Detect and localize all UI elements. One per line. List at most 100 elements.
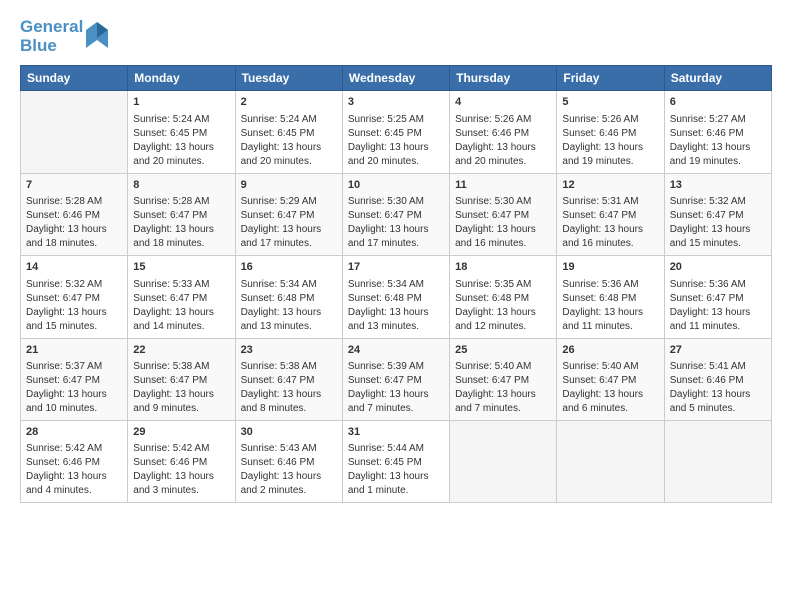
- day-info: Sunset: 6:47 PM: [562, 374, 658, 388]
- weekday-header-monday: Monday: [128, 66, 235, 91]
- day-info: Sunset: 6:47 PM: [670, 292, 766, 306]
- day-info: Sunrise: 5:36 AM: [562, 278, 658, 292]
- day-info: Sunset: 6:47 PM: [348, 209, 444, 223]
- day-info: Daylight: 13 hours: [670, 141, 766, 155]
- day-info: Sunset: 6:46 PM: [670, 127, 766, 141]
- day-number: 24: [348, 343, 444, 358]
- calendar-cell: [557, 420, 664, 502]
- calendar-cell: 27Sunrise: 5:41 AMSunset: 6:46 PMDayligh…: [664, 338, 771, 420]
- day-info: Daylight: 13 hours: [348, 470, 444, 484]
- day-number: 17: [348, 260, 444, 275]
- day-info: Sunrise: 5:32 AM: [26, 278, 122, 292]
- day-info: Daylight: 13 hours: [670, 388, 766, 402]
- week-row-4: 28Sunrise: 5:42 AMSunset: 6:46 PMDayligh…: [21, 420, 772, 502]
- calendar-cell: 14Sunrise: 5:32 AMSunset: 6:47 PMDayligh…: [21, 256, 128, 338]
- day-info: Sunset: 6:45 PM: [133, 127, 229, 141]
- day-info: Daylight: 13 hours: [26, 388, 122, 402]
- calendar-cell: [21, 91, 128, 173]
- day-info: Sunset: 6:47 PM: [455, 374, 551, 388]
- day-info: Sunset: 6:48 PM: [241, 292, 337, 306]
- day-info: Daylight: 13 hours: [455, 223, 551, 237]
- calendar-cell: 25Sunrise: 5:40 AMSunset: 6:47 PMDayligh…: [450, 338, 557, 420]
- week-row-0: 1Sunrise: 5:24 AMSunset: 6:45 PMDaylight…: [21, 91, 772, 173]
- calendar-cell: 23Sunrise: 5:38 AMSunset: 6:47 PMDayligh…: [235, 338, 342, 420]
- day-info: Sunset: 6:47 PM: [133, 374, 229, 388]
- day-info: Sunset: 6:46 PM: [562, 127, 658, 141]
- day-info: Sunrise: 5:26 AM: [455, 113, 551, 127]
- day-info: and 7 minutes.: [348, 402, 444, 416]
- day-info: Sunset: 6:47 PM: [348, 374, 444, 388]
- weekday-header-wednesday: Wednesday: [342, 66, 449, 91]
- day-info: Sunrise: 5:29 AM: [241, 195, 337, 209]
- day-info: Sunrise: 5:39 AM: [348, 360, 444, 374]
- week-row-3: 21Sunrise: 5:37 AMSunset: 6:47 PMDayligh…: [21, 338, 772, 420]
- day-info: and 15 minutes.: [670, 237, 766, 251]
- day-info: and 16 minutes.: [562, 237, 658, 251]
- day-info: Sunset: 6:47 PM: [670, 209, 766, 223]
- day-number: 15: [133, 260, 229, 275]
- day-info: and 13 minutes.: [241, 320, 337, 334]
- day-info: Daylight: 13 hours: [241, 223, 337, 237]
- day-info: Sunrise: 5:25 AM: [348, 113, 444, 127]
- day-info: Sunset: 6:46 PM: [455, 127, 551, 141]
- day-info: Daylight: 13 hours: [348, 388, 444, 402]
- day-number: 12: [562, 178, 658, 193]
- day-number: 4: [455, 95, 551, 110]
- day-info: and 9 minutes.: [133, 402, 229, 416]
- day-info: and 16 minutes.: [455, 237, 551, 251]
- day-info: and 13 minutes.: [348, 320, 444, 334]
- day-info: Sunrise: 5:41 AM: [670, 360, 766, 374]
- calendar-cell: 6Sunrise: 5:27 AMSunset: 6:46 PMDaylight…: [664, 91, 771, 173]
- day-info: Sunrise: 5:28 AM: [26, 195, 122, 209]
- day-info: Daylight: 13 hours: [455, 141, 551, 155]
- calendar-cell: 21Sunrise: 5:37 AMSunset: 6:47 PMDayligh…: [21, 338, 128, 420]
- day-number: 27: [670, 343, 766, 358]
- day-number: 28: [26, 425, 122, 440]
- calendar-cell: 5 Sunrise: 5:26 AMSunset: 6:46 PMDaylight…: [557, 91, 664, 173]
- day-number: 5: [562, 95, 658, 110]
- day-info: and 6 minutes.: [562, 402, 658, 416]
- calendar-cell: 13Sunrise: 5:32 AMSunset: 6:47 PMDayligh…: [664, 173, 771, 255]
- day-info: Sunrise: 5:33 AM: [133, 278, 229, 292]
- day-info: Sunset: 6:45 PM: [241, 127, 337, 141]
- calendar-cell: 20Sunrise: 5:36 AMSunset: 6:47 PMDayligh…: [664, 256, 771, 338]
- day-info: Daylight: 13 hours: [26, 470, 122, 484]
- day-info: Sunrise: 5:28 AM: [133, 195, 229, 209]
- day-number: 26: [562, 343, 658, 358]
- day-info: Sunrise: 5:35 AM: [455, 278, 551, 292]
- day-number: 29: [133, 425, 229, 440]
- day-info: Sunrise: 5:36 AM: [670, 278, 766, 292]
- day-info: Sunrise: 5:26 AM: [562, 113, 658, 127]
- day-info: Daylight: 13 hours: [133, 306, 229, 320]
- day-info: Daylight: 13 hours: [562, 388, 658, 402]
- day-info: Daylight: 13 hours: [26, 223, 122, 237]
- day-number: 25: [455, 343, 551, 358]
- day-info: Daylight: 13 hours: [241, 470, 337, 484]
- day-number: 11: [455, 178, 551, 193]
- day-info: Sunset: 6:47 PM: [26, 374, 122, 388]
- day-info: Sunrise: 5:44 AM: [348, 442, 444, 456]
- calendar-cell: 1Sunrise: 5:24 AMSunset: 6:45 PMDaylight…: [128, 91, 235, 173]
- day-info: and 7 minutes.: [455, 402, 551, 416]
- day-info: Daylight: 13 hours: [133, 470, 229, 484]
- day-number: 30: [241, 425, 337, 440]
- day-info: and 5 minutes.: [670, 402, 766, 416]
- weekday-header-sunday: Sunday: [21, 66, 128, 91]
- day-info: Sunset: 6:47 PM: [241, 374, 337, 388]
- calendar-cell: 17Sunrise: 5:34 AMSunset: 6:48 PMDayligh…: [342, 256, 449, 338]
- weekday-header-tuesday: Tuesday: [235, 66, 342, 91]
- day-info: Sunrise: 5:42 AM: [133, 442, 229, 456]
- day-info: Sunrise: 5:38 AM: [241, 360, 337, 374]
- day-info: Daylight: 13 hours: [562, 141, 658, 155]
- day-info: Sunset: 6:47 PM: [133, 209, 229, 223]
- day-info: Sunset: 6:48 PM: [348, 292, 444, 306]
- day-info: Sunset: 6:46 PM: [133, 456, 229, 470]
- day-number: 13: [670, 178, 766, 193]
- day-info: and 18 minutes.: [26, 237, 122, 251]
- calendar-cell: 24 Sunrise: 5:39 AMSunset: 6:47 PMDayligh…: [342, 338, 449, 420]
- calendar-cell: 10Sunrise: 5:30 AMSunset: 6:47 PMDayligh…: [342, 173, 449, 255]
- calendar-cell: 16Sunrise: 5:34 AMSunset: 6:48 PMDayligh…: [235, 256, 342, 338]
- day-info: Sunset: 6:46 PM: [241, 456, 337, 470]
- day-info: and 20 minutes.: [133, 155, 229, 169]
- day-info: and 18 minutes.: [133, 237, 229, 251]
